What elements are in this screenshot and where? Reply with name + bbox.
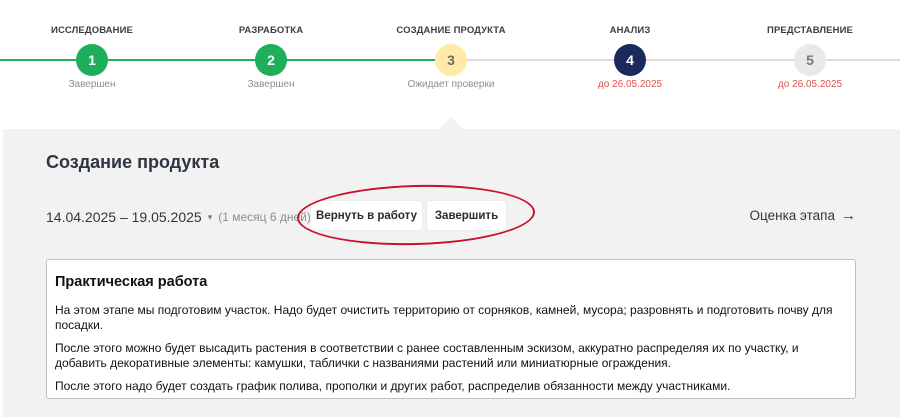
step-number-badge[interactable]: 1 <box>76 44 108 76</box>
card-title: Практическая работа <box>55 274 208 290</box>
step-status: Завершен <box>68 79 116 90</box>
progress-line-completed <box>0 59 452 61</box>
step-deadline: до 26.05.2025 <box>597 79 663 90</box>
card-paragraph: После этого надо будет создать график по… <box>55 379 731 393</box>
stage-stepper: ИССЛЕДОВАНИЕ 1 Завершен РАЗРАБОТКА 2 Зав… <box>0 0 900 100</box>
progress-line-remaining <box>452 59 900 61</box>
finish-button[interactable]: Завершить <box>427 201 506 230</box>
stage-panel: Создание продукта 14.04.2025 – 19.05.202… <box>3 129 900 417</box>
step-title: РАЗРАБОТКА <box>238 25 304 36</box>
step-deadline: до 26.05.2025 <box>777 79 843 90</box>
evaluation-link-label: Оценка этапа <box>749 208 835 223</box>
stage-title: Создание продукта <box>46 152 220 172</box>
step-number-badge[interactable]: 4 <box>614 44 646 76</box>
stage-dates[interactable]: 14.04.2025 – 19.05.2025 ▾ (1 месяц 6 дне… <box>46 205 311 229</box>
step-title: ПРЕДСТАВЛЕНИЕ <box>767 25 853 36</box>
step-status: Ожидает проверки <box>407 79 495 90</box>
step-title: ИССЛЕДОВАНИЕ <box>51 25 133 36</box>
step-number-badge[interactable]: 2 <box>255 44 287 76</box>
step-number-badge[interactable]: 3 <box>435 44 467 76</box>
step-title: СОЗДАНИЕ ПРОДУКТА <box>396 25 506 36</box>
practical-work-card: Практическая работа На этом этапе мы под… <box>46 259 856 399</box>
date-range[interactable]: 14.04.2025 – 19.05.2025 <box>46 209 202 225</box>
card-paragraph: На этом этапе мы подготовим участок. Над… <box>55 303 833 332</box>
stage-evaluation-link[interactable]: Оценка этапа → <box>750 207 856 224</box>
arrow-right-icon: → <box>841 207 856 224</box>
return-to-work-button[interactable]: Вернуть в работу <box>311 201 422 230</box>
stage-duration: (1 месяц 6 дней) <box>218 210 311 224</box>
chevron-down-icon[interactable]: ▾ <box>208 212 213 223</box>
step-title: АНАЛИЗ <box>609 25 651 36</box>
step-status: Завершен <box>247 79 295 90</box>
step-number-badge[interactable]: 5 <box>794 44 826 76</box>
card-paragraph: После этого можно будет высадить растени… <box>55 341 799 370</box>
